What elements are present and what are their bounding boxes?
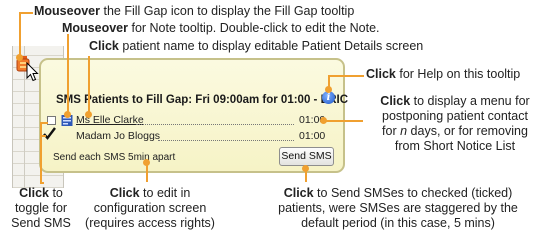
- callout-patient-name: Click patient name to display editable P…: [89, 39, 423, 54]
- dotted-leader: [136, 124, 294, 125]
- leader-line: [19, 12, 21, 56]
- leader-dot: [143, 159, 150, 166]
- callout-text: the Fill Gap icon to display the Fill Ga…: [100, 4, 355, 18]
- leader-dot: [320, 117, 327, 124]
- callout-duration-menu: Click to display a menu for postponing p…: [357, 94, 553, 154]
- leader-dot: [325, 86, 332, 93]
- callout-lead: Click: [19, 186, 49, 200]
- callout-lead: Click: [89, 39, 119, 53]
- leader-dot: [16, 54, 23, 61]
- callout-text: postponing patient contact: [382, 109, 528, 123]
- callout-lead: Mouseover: [62, 21, 128, 35]
- callout-help: Click for Help on this tooltip: [366, 67, 520, 82]
- checkmark-icon[interactable]: [43, 127, 56, 140]
- leader-line: [40, 182, 44, 184]
- leader-line: [19, 12, 33, 14]
- patient-duration[interactable]: 01:00: [299, 130, 325, 142]
- callout-lead: Click: [283, 186, 314, 200]
- callout-lead: Click: [380, 94, 411, 108]
- dotted-leader: [158, 140, 294, 141]
- patient-name-link[interactable]: Madam Jo Bloggs: [76, 130, 160, 142]
- leader-line: [328, 75, 364, 77]
- leader-dot: [302, 165, 309, 172]
- leader-line: [40, 135, 46, 137]
- leader-dot: [64, 111, 71, 118]
- callout-text: for Note tooltip. Double-click to edit t…: [128, 21, 380, 35]
- callout-text: to display a menu for: [410, 94, 530, 108]
- tooltip-title: SMS Patients to Fill Gap: Fri 09:00am fo…: [56, 94, 349, 106]
- callout-text: to Send SMSes to checked (ticked): [313, 186, 513, 200]
- callout-text: Send SMS: [11, 216, 71, 230]
- callout-lead: Mouseover: [34, 4, 100, 18]
- callout-lead: Click: [109, 186, 140, 200]
- patient-checkbox-1[interactable]: [47, 116, 56, 125]
- callout-text: days, or for removing: [407, 124, 528, 138]
- callout-text: patients, were SMSes are staggered by th…: [278, 201, 518, 215]
- callout-note: Mouseover for Note tooltip. Double-click…: [62, 21, 380, 36]
- callout-text: for Help on this tooltip: [395, 67, 521, 81]
- callout-text: to edit in: [139, 186, 191, 200]
- leader-line: [67, 34, 69, 114]
- callout-text: from Short Notice List: [394, 139, 516, 153]
- callout-toggle-send: Click to toggle for Send SMS: [4, 186, 78, 231]
- callout-text: to: [48, 186, 63, 200]
- callout-text: for: [382, 124, 401, 138]
- callout-text: patient name to display editable Patient…: [118, 39, 424, 53]
- leader-line: [40, 122, 48, 124]
- send-sms-button[interactable]: Send SMS: [279, 147, 334, 166]
- callout-text: configuration screen: [93, 201, 207, 215]
- callout-lead: Click: [366, 67, 396, 81]
- callout-send-sms: Click to Send SMSes to checked (ticked) …: [252, 186, 544, 231]
- callout-text: (requires access rights): [85, 216, 215, 230]
- sms-interval-text[interactable]: Send each SMS 5min apart: [53, 152, 175, 163]
- leader-line: [40, 122, 42, 182]
- callout-text: default period (in this case, 5 mins): [301, 216, 495, 230]
- callout-fill-gap: Mouseover the Fill Gap icon to display t…: [34, 4, 354, 19]
- mouse-cursor-icon: [26, 62, 39, 82]
- leader-line: [88, 56, 90, 114]
- callout-config: Click to edit in configuration screen (r…: [80, 186, 220, 231]
- leader-dot: [85, 111, 92, 118]
- callout-text: toggle for: [14, 201, 68, 215]
